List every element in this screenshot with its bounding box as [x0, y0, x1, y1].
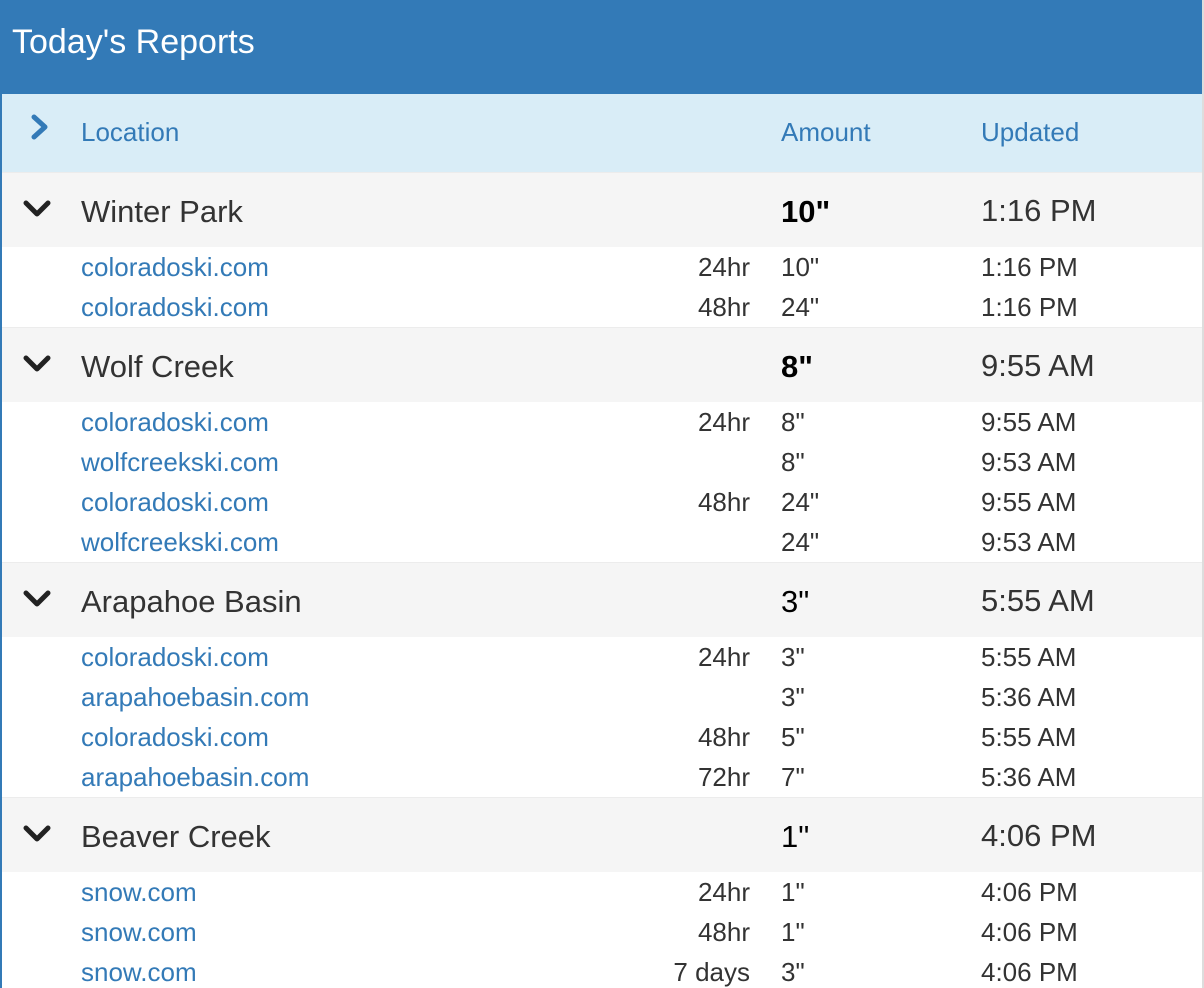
resort-amount: 10": [781, 194, 831, 229]
table-body: Winter Park 10" 1:16 PM coloradoski.com 24hr…: [2, 172, 1202, 988]
report-period: 7 days: [673, 957, 750, 987]
report-amount: 7": [781, 762, 805, 792]
group-row[interactable]: Winter Park 10" 1:16 PM: [2, 172, 1202, 247]
report-row: snow.com 7 days 3" 4:06 PM: [2, 952, 1202, 988]
resort-amount: 1": [781, 819, 810, 854]
report-amount: 1": [781, 917, 805, 947]
report-row: wolfcreekski.com 24" 9:53 AM: [2, 522, 1202, 562]
panel-title: Today's Reports: [12, 22, 255, 61]
report-source-link[interactable]: coloradoski.com: [81, 487, 269, 518]
report-updated: 5:55 AM: [981, 722, 1077, 752]
report-updated: 9:55 AM: [981, 487, 1077, 517]
reports-panel: Today's Reports Location Amount Updated …: [0, 0, 1204, 988]
report-updated: 4:06 PM: [981, 917, 1078, 947]
report-amount: 3": [781, 957, 805, 987]
report-period: 72hr: [697, 762, 750, 792]
panel-heading: Today's Reports: [2, 0, 1202, 94]
chevron-down-icon[interactable]: [22, 354, 52, 374]
report-source-link[interactable]: wolfcreekski.com: [81, 527, 279, 558]
report-updated: 4:06 PM: [981, 877, 1078, 907]
report-source-link[interactable]: coloradoski.com: [81, 252, 269, 283]
resort-amount: 8": [781, 349, 813, 384]
report-row: arapahoebasin.com 72hr 7" 5:36 AM: [2, 757, 1202, 797]
resort-updated: 5:55 AM: [981, 583, 1095, 618]
report-amount: 24": [781, 487, 820, 517]
report-source-link[interactable]: coloradoski.com: [81, 642, 269, 673]
report-updated: 5:36 AM: [981, 762, 1077, 792]
report-amount: 10": [781, 252, 820, 282]
report-row: snow.com 24hr 1" 4:06 PM: [2, 872, 1202, 912]
chevron-down-icon[interactable]: [22, 589, 52, 609]
report-updated: 5:36 AM: [981, 682, 1077, 712]
resort-name: Beaver Creek: [81, 819, 271, 854]
report-updated: 5:55 AM: [981, 642, 1077, 672]
group-row[interactable]: Arapahoe Basin 3" 5:55 AM: [2, 562, 1202, 637]
column-header-amount[interactable]: Amount: [781, 117, 871, 148]
report-amount: 24": [781, 527, 820, 557]
report-updated: 1:16 PM: [981, 292, 1078, 322]
report-row: coloradoski.com 48hr 24" 9:55 AM: [2, 482, 1202, 522]
resort-name: Wolf Creek: [81, 349, 234, 384]
report-row: snow.com 48hr 1" 4:06 PM: [2, 912, 1202, 952]
report-source-link[interactable]: coloradoski.com: [81, 407, 269, 438]
table-header-row: Location Amount Updated: [2, 94, 1202, 172]
column-header-updated[interactable]: Updated: [981, 117, 1079, 148]
report-updated: 9:53 AM: [981, 527, 1077, 557]
report-amount: 24": [781, 292, 820, 322]
chevron-down-icon[interactable]: [22, 199, 52, 219]
report-row: coloradoski.com 24hr 8" 9:55 AM: [2, 402, 1202, 442]
report-updated: 1:16 PM: [981, 252, 1078, 282]
resort-updated: 9:55 AM: [981, 348, 1095, 383]
chevron-down-icon[interactable]: [22, 824, 52, 844]
report-amount: 5": [781, 722, 805, 752]
resort-updated: 4:06 PM: [981, 818, 1097, 853]
report-period: 24hr: [697, 252, 750, 282]
report-amount: 1": [781, 877, 805, 907]
report-period: 48hr: [697, 722, 750, 752]
report-source-link[interactable]: wolfcreekski.com: [81, 447, 279, 478]
resort-amount: 3": [781, 584, 810, 619]
report-period: 24hr: [697, 407, 750, 437]
report-updated: 9:53 AM: [981, 447, 1077, 477]
report-source-link[interactable]: coloradoski.com: [81, 722, 269, 753]
report-updated: 9:55 AM: [981, 407, 1077, 437]
report-amount: 8": [781, 447, 805, 477]
resort-name: Arapahoe Basin: [81, 584, 302, 619]
report-source-link[interactable]: arapahoebasin.com: [81, 762, 309, 793]
report-source-link[interactable]: snow.com: [81, 917, 197, 948]
report-row: coloradoski.com 24hr 10" 1:16 PM: [2, 247, 1202, 287]
report-row: wolfcreekski.com 8" 9:53 AM: [2, 442, 1202, 482]
resort-name: Winter Park: [81, 194, 243, 229]
report-updated: 4:06 PM: [981, 957, 1078, 987]
report-amount: 3": [781, 682, 805, 712]
report-source-link[interactable]: snow.com: [81, 877, 197, 908]
report-period: 24hr: [697, 877, 750, 907]
group-row[interactable]: Wolf Creek 8" 9:55 AM: [2, 327, 1202, 402]
report-amount: 8": [781, 407, 805, 437]
chevron-right-icon[interactable]: [28, 112, 52, 142]
report-row: coloradoski.com 24hr 3" 5:55 AM: [2, 637, 1202, 677]
report-row: coloradoski.com 48hr 5" 5:55 AM: [2, 717, 1202, 757]
group-row[interactable]: Beaver Creek 1" 4:06 PM: [2, 797, 1202, 872]
report-period: 24hr: [697, 642, 750, 672]
report-period: 48hr: [697, 292, 750, 322]
column-header-location[interactable]: Location: [81, 117, 179, 148]
report-source-link[interactable]: coloradoski.com: [81, 292, 269, 323]
report-source-link[interactable]: snow.com: [81, 957, 197, 988]
report-period: 48hr: [697, 917, 750, 947]
report-source-link[interactable]: arapahoebasin.com: [81, 682, 309, 713]
report-row: arapahoebasin.com 3" 5:36 AM: [2, 677, 1202, 717]
resort-updated: 1:16 PM: [981, 193, 1097, 228]
report-amount: 3": [781, 642, 805, 672]
report-period: 48hr: [697, 487, 750, 517]
report-row: coloradoski.com 48hr 24" 1:16 PM: [2, 287, 1202, 327]
